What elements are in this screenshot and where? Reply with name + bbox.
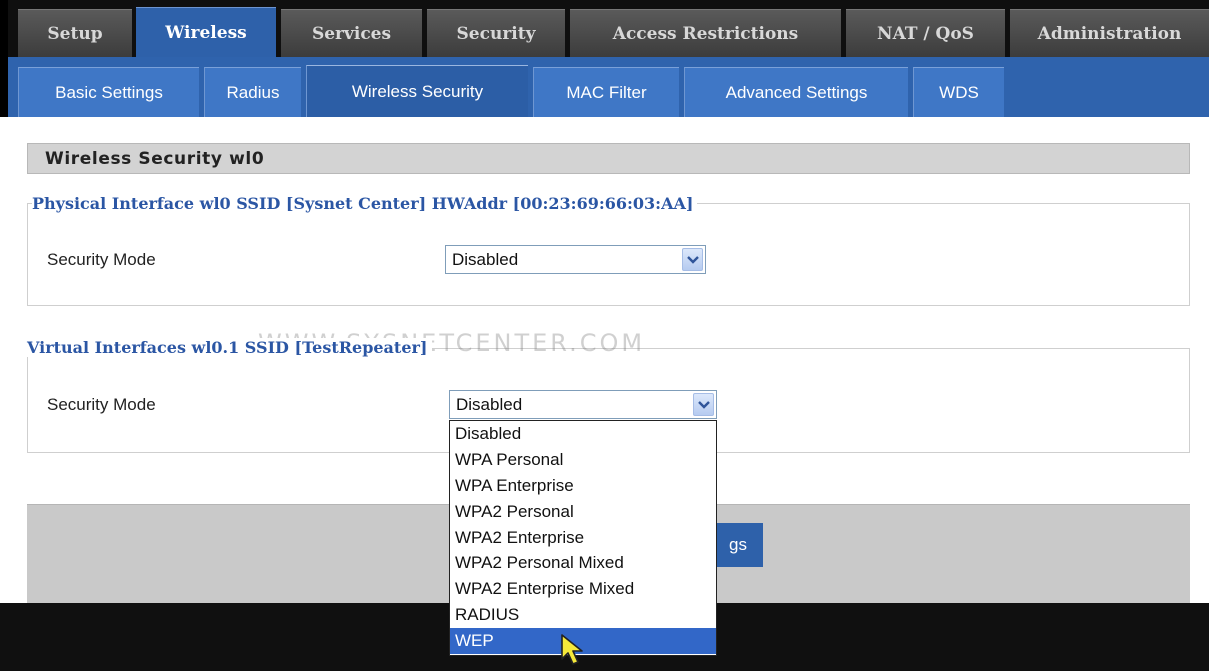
physical-security-mode-label: Security Mode [47,250,156,269]
chevron-down-icon[interactable] [693,393,714,416]
subtab-advanced-settings[interactable]: Advanced Settings [684,67,908,117]
tab-setup[interactable]: Setup [18,9,132,57]
virtual-interface-legend: Virtual Interfaces wl0.1 SSID [TestRepea… [27,338,432,357]
section-title: Wireless Security wl0 [27,143,1190,174]
nav-edge [0,0,8,57]
subtab-wds[interactable]: WDS [913,67,1004,117]
virtual-security-mode-label: Security Mode [47,395,156,414]
dropdown-option-disabled[interactable]: Disabled [450,421,716,447]
dropdown-option-radius[interactable]: RADIUS [450,602,716,628]
tab-nat-qos[interactable]: NAT / QoS [846,9,1005,57]
dropdown-option-wpa2-personal-mixed[interactable]: WPA2 Personal Mixed [450,550,716,576]
tab-access-restrictions[interactable]: Access Restrictions [570,9,841,57]
virtual-security-mode-select[interactable]: Disabled [449,390,717,419]
physical-interface-legend: Physical Interface wl0 SSID [Sysnet Cent… [32,194,698,213]
dropdown-option-wpa-enterprise[interactable]: WPA Enterprise [450,473,716,499]
dropdown-option-wpa2-enterprise-mixed[interactable]: WPA2 Enterprise Mixed [450,576,716,602]
virtual-security-mode-value: Disabled [456,394,523,414]
tab-wireless[interactable]: Wireless [136,7,276,57]
tab-administration[interactable]: Administration [1010,9,1209,57]
main-navigation: Setup Wireless Services Security Access … [0,0,1209,57]
dropdown-option-wpa-personal[interactable]: WPA Personal [450,447,716,473]
dropdown-option-wpa2-personal[interactable]: WPA2 Personal [450,499,716,525]
subnav-edge [0,57,8,117]
chevron-down-icon[interactable] [682,248,703,271]
mouse-pointer-icon [561,634,583,665]
physical-security-mode-select[interactable]: Disabled [445,245,706,274]
dropdown-option-wpa2-enterprise[interactable]: WPA2 Enterprise [450,525,716,551]
security-mode-dropdown-list: Disabled WPA Personal WPA Enterprise WPA… [449,420,717,656]
tab-services[interactable]: Services [281,9,422,57]
tab-security[interactable]: Security [427,9,565,57]
physical-security-mode-value: Disabled [452,249,519,269]
sub-navigation: Basic Settings Radius Wireless Security … [0,57,1209,117]
subtab-radius[interactable]: Radius [204,67,301,117]
subtab-basic-settings[interactable]: Basic Settings [18,67,199,117]
subtab-wireless-security[interactable]: Wireless Security [306,65,528,117]
subtab-mac-filter[interactable]: MAC Filter [533,67,679,117]
